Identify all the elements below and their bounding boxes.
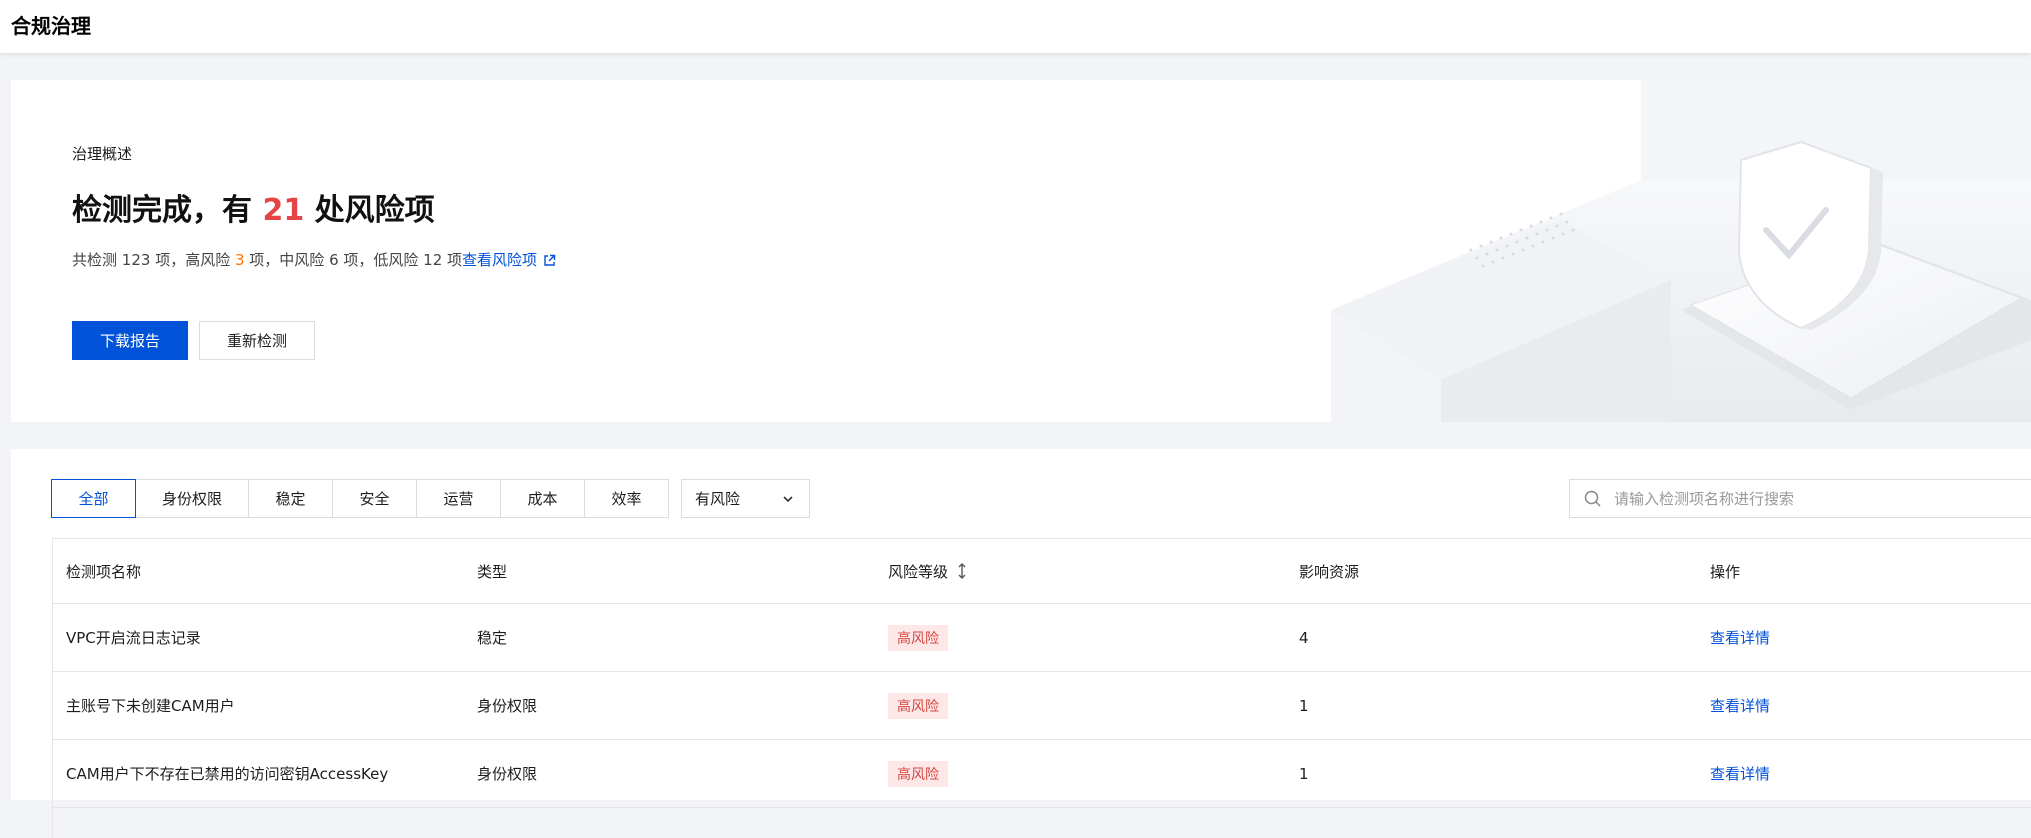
- mid-risk-count: 6: [329, 251, 339, 269]
- view-risk-link-label: 查看风险项: [462, 251, 538, 269]
- search-icon: [1584, 490, 1601, 507]
- category-tabs: 全部 身份权限 稳定 安全 运营 成本 效率: [51, 479, 669, 518]
- high-risk-count: 3: [234, 251, 245, 269]
- column-header-type: 类型: [477, 562, 508, 581]
- risk-filter-select[interactable]: 有风险: [681, 479, 810, 518]
- column-header-action: 操作: [1710, 562, 1741, 581]
- tab-security[interactable]: 安全: [332, 479, 417, 518]
- action-cell: 查看详情: [1696, 695, 2031, 716]
- risk-level-cell: 高风险: [874, 692, 1285, 719]
- tab-operations[interactable]: 运营: [416, 479, 501, 518]
- check-name: 主账号下未创建CAM用户: [66, 697, 235, 715]
- heading-suffix: 处风险项: [304, 193, 435, 228]
- risk-filter-value: 有风险: [695, 490, 741, 508]
- low-risk-count: 12: [423, 251, 443, 269]
- shield-check-icon: [1331, 80, 2031, 422]
- table-header: 检测项名称 类型 风险等级 影响资源 操作: [52, 538, 2031, 604]
- summary-text: 项，高风险: [150, 251, 235, 269]
- tab-stability[interactable]: 稳定: [248, 479, 333, 518]
- total-count: 123: [121, 251, 151, 269]
- page-title: 合规治理: [11, 14, 91, 38]
- top-bar: 合规治理: [0, 0, 2031, 53]
- affected-resources: 1: [1299, 764, 1309, 783]
- table-row: VPC开启流日志记录 稳定 高风险 4 查看详情: [52, 604, 2031, 672]
- table-row: CAM用户下不存在已禁用的访问密钥AccessKey 身份权限 高风险 1 查看…: [52, 740, 2031, 808]
- summary-text: 项，低风险: [338, 251, 424, 269]
- view-details-link[interactable]: 查看详情: [1710, 697, 1770, 715]
- check-type: 身份权限: [477, 697, 538, 715]
- affected-resources: 4: [1299, 628, 1309, 647]
- overview-label: 治理概述: [72, 145, 133, 163]
- download-report-button[interactable]: 下载报告: [72, 321, 188, 360]
- check-type: 稳定: [477, 629, 508, 647]
- tab-all[interactable]: 全部: [51, 479, 136, 518]
- check-name: VPC开启流日志记录: [66, 629, 201, 647]
- checks-table: 检测项名称 类型 风险等级 影响资源 操作 VPC开启流日志记录 稳定 高风险 …: [52, 538, 2031, 838]
- view-details-link[interactable]: 查看详情: [1710, 765, 1770, 783]
- check-name: CAM用户下不存在已禁用的访问密钥AccessKey: [66, 765, 389, 783]
- overview-card: 治理概述 检测完成，有 21 处风险项 共检测 123 项，高风险 3 项，中风…: [11, 80, 2031, 422]
- view-details-link[interactable]: 查看详情: [1710, 629, 1770, 647]
- tab-efficiency[interactable]: 效率: [584, 479, 669, 518]
- chevron-down-icon: [783, 496, 793, 503]
- check-type: 身份权限: [477, 765, 538, 783]
- risk-badge: 高风险: [888, 624, 948, 651]
- external-link-icon: [544, 254, 556, 266]
- affected-resources: 1: [1299, 696, 1309, 715]
- search-input[interactable]: [1612, 488, 2016, 509]
- risk-level-cell: 高风险: [874, 760, 1285, 787]
- heading-prefix: 检测完成，有: [72, 193, 263, 228]
- search-box[interactable]: [1569, 479, 2031, 518]
- overview-summary: 共检测 123 项，高风险 3 项，中风险 6 项，低风险 12 项查看风险项: [72, 249, 556, 270]
- risk-badge: 高风险: [888, 692, 948, 719]
- table-row: 主账号下未创建CAM用户 身份权限 高风险 1 查看详情: [52, 672, 2031, 740]
- risk-count: 21: [262, 193, 305, 228]
- tab-identity-permission[interactable]: 身份权限: [135, 479, 249, 518]
- sort-icon[interactable]: [956, 562, 968, 579]
- action-cell: 查看详情: [1696, 763, 2031, 784]
- column-header-risk[interactable]: 风险等级: [874, 561, 1285, 582]
- column-header-risk-label: 风险等级: [888, 562, 949, 581]
- summary-text: 共检测: [72, 251, 122, 269]
- summary-text: 项，中风险: [244, 251, 330, 269]
- summary-text: 项: [442, 251, 463, 269]
- action-cell: 查看详情: [1696, 627, 2031, 648]
- column-header-resources: 影响资源: [1299, 562, 1360, 581]
- overview-heading: 检测完成，有 21 处风险项: [72, 185, 435, 229]
- tab-cost[interactable]: 成本: [500, 479, 585, 518]
- table-border: [52, 538, 53, 838]
- recheck-button[interactable]: 重新检测: [199, 321, 315, 360]
- column-header-name: 检测项名称: [66, 562, 142, 581]
- checks-panel: 全部 身份权限 稳定 安全 运营 成本 效率 有风险 检测项名称 类型 风险等级…: [11, 449, 2031, 838]
- view-risk-link[interactable]: 查看风险项: [462, 251, 556, 269]
- risk-badge: 高风险: [888, 760, 948, 787]
- risk-level-cell: 高风险: [874, 624, 1285, 651]
